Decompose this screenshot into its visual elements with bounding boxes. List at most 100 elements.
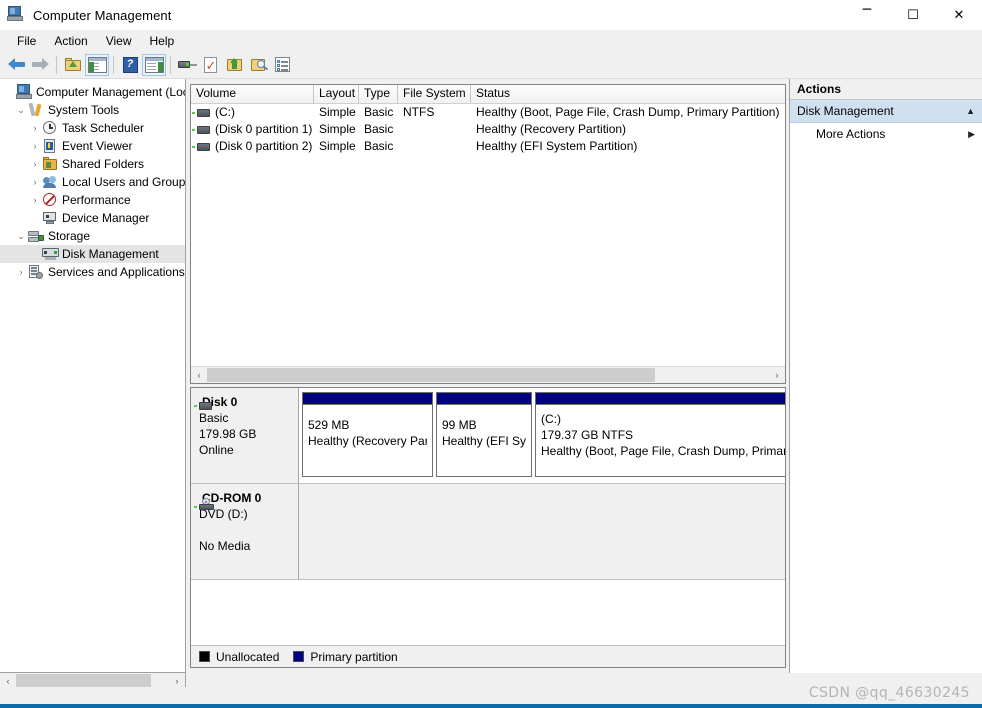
tree-item-services-and-applications[interactable]: › Services and Applications <box>0 263 185 281</box>
action-more-actions[interactable]: More Actions ▶ <box>790 123 982 145</box>
menu-view[interactable]: View <box>97 32 141 50</box>
tree-item-task-scheduler[interactable]: › Task Scheduler <box>0 119 185 137</box>
system-tools-icon <box>28 102 44 118</box>
scroll-track[interactable] <box>207 367 769 383</box>
up-one-level-button[interactable] <box>61 54 85 76</box>
console-tree: Computer Management (Local ⌄ System Tool… <box>0 79 185 281</box>
expander[interactable] <box>2 83 16 101</box>
disk-type: Basic <box>199 411 229 425</box>
connect-to-another-computer-button[interactable] <box>175 54 199 76</box>
tree-item-shared-folders[interactable]: › Shared Folders <box>0 155 185 173</box>
device-manager-icon <box>42 210 58 226</box>
tree-item-disk-management[interactable]: Disk Management <box>0 245 185 263</box>
tree-item-device-manager[interactable]: Device Manager <box>0 209 185 227</box>
task-scheduler-icon <box>42 120 58 136</box>
export-list-button[interactable] <box>223 54 247 76</box>
expander[interactable]: › <box>14 263 28 281</box>
show-hide-console-tree-icon <box>87 56 107 73</box>
partition-color-bar <box>535 392 785 404</box>
performance-icon <box>42 192 58 208</box>
cell-volume-label: (Disk 0 partition 1) <box>215 122 313 136</box>
tree-item-performance[interactable]: › Performance <box>0 191 185 209</box>
graphical-view-empty-space <box>191 580 785 648</box>
expander[interactable]: › <box>28 173 42 191</box>
cell-file-system <box>398 121 471 138</box>
tree-item-label: Services and Applications <box>48 265 185 279</box>
expander[interactable]: › <box>28 191 42 209</box>
tree-item-event-viewer[interactable]: › Event Viewer <box>0 137 185 155</box>
disk0-partitions: 529 MB Healthy (Recovery Par 99 MB Healt… <box>299 388 786 483</box>
actions-group-label: Disk Management <box>797 104 894 118</box>
show-hide-action-pane-button[interactable] <box>142 53 166 76</box>
minimize-button[interactable]: ─ <box>844 0 890 30</box>
computer-management-window: Computer Management ─ ☐ ✕ File Action Vi… <box>0 0 982 708</box>
partition-size: 179.37 GB NTFS <box>541 428 634 442</box>
scroll-right-button[interactable]: › <box>769 367 785 383</box>
cdrom-empty-area <box>299 484 785 579</box>
properties-button[interactable] <box>271 54 295 76</box>
disk-management-pane: Volume Layout Type File System Status (C… <box>186 79 790 673</box>
tree-item-system-tools[interactable]: ⌄ System Tools <box>0 101 185 119</box>
storage-icon <box>28 228 44 244</box>
volume-list-horizontal-scrollbar[interactable]: ‹ › <box>191 366 785 383</box>
partition-size: 99 MB <box>442 418 477 432</box>
tree-item-computer-management[interactable]: Computer Management (Local <box>0 83 185 101</box>
search-icon <box>250 57 268 72</box>
partition-details: 99 MB Healthy (EFI Sys <box>436 404 532 477</box>
column-header-file-system[interactable]: File System <box>398 85 471 103</box>
scroll-left-button[interactable]: ‹ <box>191 367 207 383</box>
back-button[interactable] <box>4 54 28 76</box>
close-icon: ✕ <box>953 7 965 23</box>
cell-status: Healthy (EFI System Partition) <box>476 139 638 153</box>
disk-row-cdrom0[interactable]: CD-ROM 0 DVD (D:) No Media <box>191 484 785 580</box>
toolbar: ? ✓ <box>0 51 982 79</box>
forward-icon <box>31 58 49 71</box>
partition-size: 529 MB <box>308 418 350 432</box>
help-button[interactable]: ? <box>118 54 142 76</box>
partition-status: Healthy (EFI Sys <box>442 434 526 448</box>
actions-pane: Actions Disk Management ▲ More Actions ▶ <box>790 79 982 673</box>
table-row[interactable]: (Disk 0 partition 2) Simple Basic Health… <box>191 138 785 155</box>
tree-item-storage[interactable]: ⌄ Storage <box>0 227 185 245</box>
local-users-icon <box>42 174 58 190</box>
window-title: Computer Management <box>33 7 172 23</box>
column-header-type[interactable]: Type <box>359 85 398 103</box>
disk-row-disk0[interactable]: Disk 0 Basic 179.98 GB Online 529 MB Hea… <box>191 388 785 484</box>
column-header-volume[interactable]: Volume <box>191 85 314 103</box>
expander[interactable]: ⌄ <box>14 101 28 119</box>
cell-volume-label: (Disk 0 partition 2) <box>215 139 313 153</box>
cell-layout: Simple <box>319 122 356 136</box>
graphical-disk-view: Disk 0 Basic 179.98 GB Online 529 MB Hea… <box>190 387 786 668</box>
column-header-status[interactable]: Status <box>471 85 785 103</box>
tree-item-local-users-and-groups[interactable]: › Local Users and Groups <box>0 173 186 191</box>
shared-folders-icon <box>42 156 58 172</box>
partition-status: Healthy (Boot, Page File, Crash Dump, Pr… <box>541 444 786 458</box>
table-row[interactable]: (C:) Simple Basic NTFS Healthy (Boot, Pa… <box>191 104 785 121</box>
column-header-layout[interactable]: Layout <box>314 85 359 103</box>
table-row[interactable]: (Disk 0 partition 1) Simple Basic Health… <box>191 121 785 138</box>
rescan-disks-button[interactable]: ✓ <box>199 54 223 76</box>
taskbar-edge <box>0 704 982 708</box>
rescan-disks-icon: ✓ <box>203 56 217 74</box>
scroll-thumb[interactable] <box>16 674 151 688</box>
show-hide-console-tree-button[interactable] <box>85 53 109 76</box>
menu-help[interactable]: Help <box>141 32 184 50</box>
scroll-thumb[interactable] <box>207 368 655 382</box>
search-button[interactable] <box>247 54 271 76</box>
forward-button[interactable] <box>28 54 52 76</box>
partition-c-drive[interactable]: (C:) 179.37 GB NTFS Healthy (Boot, Page … <box>535 392 786 477</box>
expander[interactable]: › <box>28 155 42 173</box>
maximize-button[interactable]: ☐ <box>890 0 936 30</box>
chevron-right-icon[interactable]: ▶ <box>968 129 975 140</box>
partition-recovery[interactable]: 529 MB Healthy (Recovery Par <box>302 392 433 477</box>
expander[interactable]: › <box>28 119 42 137</box>
disk-name-row: CD-ROM 0 <box>194 490 298 510</box>
chevron-up-icon[interactable]: ▲ <box>966 106 975 116</box>
menu-action[interactable]: Action <box>45 32 96 50</box>
actions-group-disk-management[interactable]: Disk Management ▲ <box>790 100 982 123</box>
expander[interactable]: › <box>28 137 42 155</box>
partition-efi[interactable]: 99 MB Healthy (EFI Sys <box>436 392 532 477</box>
close-button[interactable]: ✕ <box>936 0 982 30</box>
expander[interactable]: ⌄ <box>14 227 28 245</box>
menu-file[interactable]: File <box>8 32 45 50</box>
